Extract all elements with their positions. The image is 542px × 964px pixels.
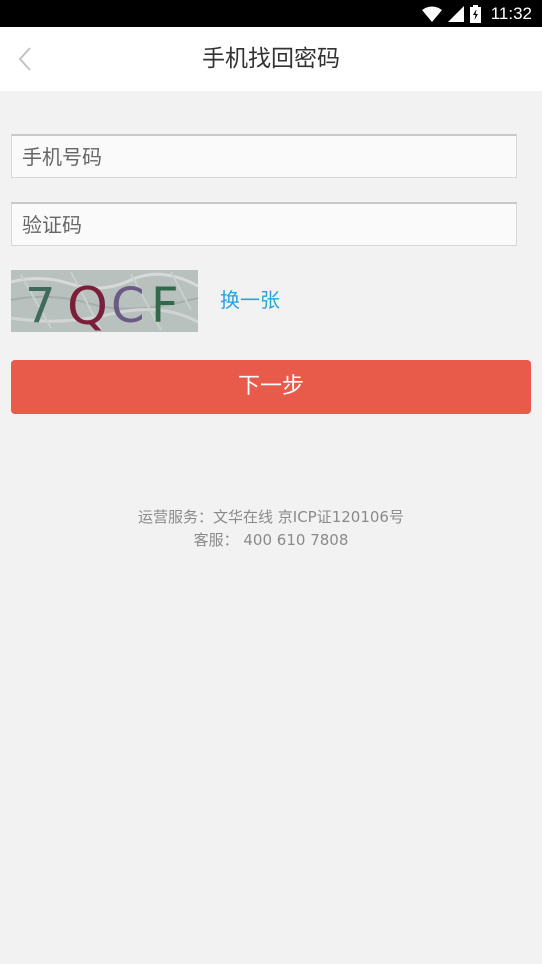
status-bar: 11:32 (0, 0, 542, 27)
captcha-char: F (151, 278, 179, 332)
captcha-graphic: 7 Q C F (11, 270, 198, 332)
navigation-bar: 手机找回密码 (0, 27, 542, 91)
verification-code-input[interactable] (12, 204, 516, 245)
footer-operator-info: 运营服务：文华在线 京ICP证120106号 (138, 508, 404, 526)
captcha-char: Q (67, 277, 108, 332)
signal-icon (447, 5, 464, 22)
refresh-captcha-link[interactable]: 换一张 (220, 285, 280, 315)
phone-field[interactable] (11, 134, 517, 178)
footer-customer-service: 客服： 400 610 7808 (193, 531, 349, 549)
battery-icon (469, 4, 481, 23)
next-step-button[interactable]: 下一步 (11, 360, 531, 414)
captcha-char: C (111, 278, 145, 332)
captcha-image[interactable]: 7 Q C F (11, 270, 198, 332)
wifi-icon (421, 6, 442, 22)
verification-code-field[interactable] (11, 202, 517, 246)
status-icons: 11:32 (421, 3, 532, 24)
page-title: 手机找回密码 (202, 46, 340, 72)
status-time: 11:32 (490, 3, 532, 23)
captcha-char: 7 (25, 278, 56, 332)
phone-input[interactable] (12, 136, 516, 177)
